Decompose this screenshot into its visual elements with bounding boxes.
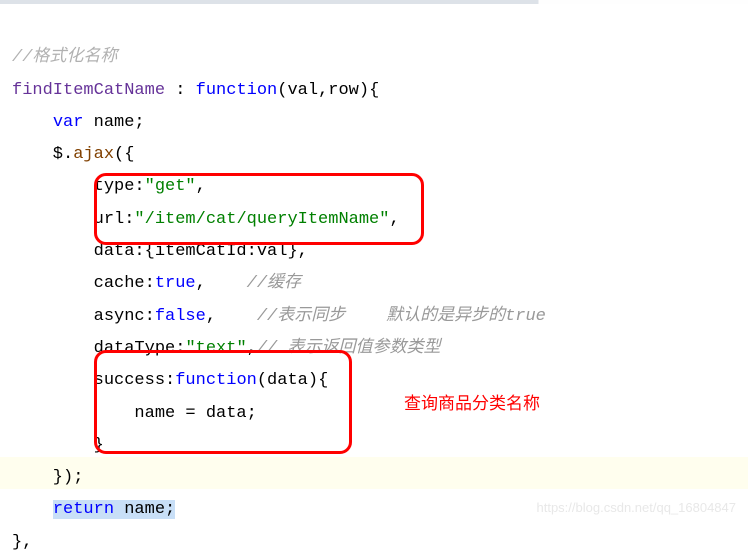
keyword-true: true <box>155 274 196 293</box>
code-block: //格式化名称 findItemCatName : function(val,r… <box>0 4 748 559</box>
brace-close: } <box>12 436 104 455</box>
watermark: https://blog.csdn.net/qq_16804847 <box>537 496 737 521</box>
comma: , <box>247 339 257 358</box>
url-key: url: <box>12 210 134 229</box>
keyword-false: false <box>155 307 206 326</box>
comma: , <box>196 274 206 293</box>
cache-key: cache: <box>12 274 155 293</box>
comma: , <box>206 307 216 326</box>
comment-top: //格式化名称 <box>12 48 117 67</box>
name-assign: name = data; <box>12 404 257 423</box>
ajax-prefix: $. <box>12 145 73 164</box>
keyword-function-2: function <box>175 371 257 390</box>
string-url: "/item/cat/queryItemName" <box>134 210 389 229</box>
comma: , <box>389 210 399 229</box>
function-name: findItemCatName <box>12 81 165 100</box>
success-key: success: <box>12 371 175 390</box>
comment-datatype: // 表示返回值参数类型 <box>257 339 441 358</box>
datatype-key: dataType: <box>12 339 185 358</box>
indent <box>12 113 53 132</box>
comment-cache: //缓存 <box>247 274 301 293</box>
comma: , <box>196 177 206 196</box>
closing-brace: }, <box>12 533 32 552</box>
annotation-label: 查询商品分类名称 <box>404 388 540 420</box>
return-tail: name; <box>114 500 175 519</box>
success-args: (data){ <box>257 371 328 390</box>
keyword-var: var <box>53 113 84 132</box>
comment-async: //表示同步 默认的是异步的true <box>257 307 546 326</box>
ajax-call: ajax <box>73 145 114 164</box>
async-key: async: <box>12 307 155 326</box>
return-indent <box>12 500 53 519</box>
data-line: data:{itemCatId:val}, <box>12 242 308 261</box>
string-text: "text" <box>185 339 246 358</box>
ajax-open: ({ <box>114 145 134 164</box>
function-args: (val,row){ <box>277 81 379 100</box>
type-key: type: <box>12 177 145 196</box>
keyword-function: function <box>196 81 278 100</box>
string-get: "get" <box>145 177 196 196</box>
ajax-close: }); <box>12 468 83 487</box>
var-decl: name; <box>83 113 144 132</box>
colon-sep: : <box>165 81 196 100</box>
keyword-return: return <box>53 500 114 519</box>
